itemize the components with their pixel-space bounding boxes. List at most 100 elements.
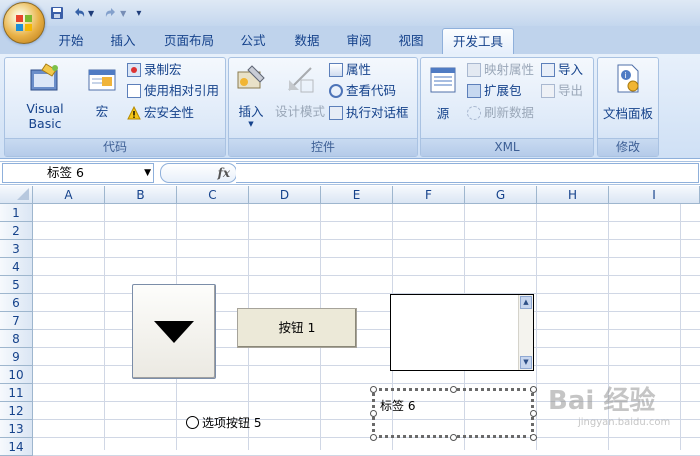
design-mode-label: 设计模式 — [274, 104, 325, 119]
insert-control-button[interactable]: 插入 ▼ — [231, 62, 271, 128]
row-header-5[interactable]: 5 — [0, 276, 33, 294]
visual-basic-icon — [30, 63, 58, 91]
option-button-label: 选项按钮 5 — [202, 415, 262, 430]
macro-security-button[interactable]: 宏安全性 — [127, 103, 194, 123]
visual-basic-button[interactable]: Visual Basic — [9, 62, 81, 131]
insert-dropdown-icon: ▼ — [248, 120, 254, 128]
map-properties-button[interactable]: 映射属性 — [467, 60, 534, 80]
row-header-3[interactable]: 3 — [0, 240, 33, 258]
customize-qat-icon[interactable]: ▾ — [136, 8, 141, 19]
import-button[interactable]: 导入 — [541, 60, 583, 80]
selection-handle[interactable] — [530, 386, 537, 393]
selection-handle[interactable] — [530, 410, 537, 417]
grid-column-line — [104, 204, 105, 450]
row-header-13[interactable]: 13 — [0, 420, 33, 438]
row-header-9[interactable]: 9 — [0, 348, 33, 366]
tab-page-layout[interactable]: 页面布局 — [158, 30, 220, 52]
row-header-6[interactable]: 6 — [0, 294, 33, 312]
select-all-corner[interactable] — [0, 186, 33, 204]
name-box[interactable]: 标签 6 ▼ — [2, 163, 154, 183]
selection-handle[interactable] — [530, 434, 537, 441]
row-header-10[interactable]: 10 — [0, 366, 33, 384]
grid-column-line — [608, 204, 609, 450]
column-header-h[interactable]: H — [537, 186, 609, 204]
column-header-b[interactable]: B — [105, 186, 177, 204]
macros-button[interactable]: 宏 — [85, 62, 119, 120]
row-header-8[interactable]: 8 — [0, 330, 33, 348]
column-header-d[interactable]: D — [249, 186, 321, 204]
selection-handle[interactable] — [450, 434, 457, 441]
scroll-up-icon[interactable]: ▲ — [520, 296, 532, 309]
column-header-a[interactable]: A — [33, 186, 105, 204]
row-header-12[interactable]: 12 — [0, 402, 33, 420]
xml-source-label: 源 — [436, 106, 450, 121]
properties-label: 属性 — [346, 62, 372, 77]
column-header-g[interactable]: G — [465, 186, 537, 204]
row-header-4[interactable]: 4 — [0, 258, 33, 276]
fx-icon[interactable]: fx — [218, 164, 230, 182]
group-modify: i 文档面板 修改 — [597, 57, 659, 157]
row-header-7[interactable]: 7 — [0, 312, 33, 330]
xml-source-button[interactable]: 源 — [425, 62, 461, 122]
group-code-label: 代码 — [5, 138, 225, 156]
scroll-down-icon[interactable]: ▼ — [520, 356, 532, 369]
redo-icon[interactable] — [104, 6, 118, 20]
macros-label: 宏 — [95, 104, 109, 119]
run-dialog-label: 执行对话框 — [346, 105, 409, 120]
tab-review[interactable]: 审阅 — [338, 30, 380, 52]
svg-text:i: i — [625, 71, 627, 80]
form-label-6[interactable]: 标签 6 — [372, 388, 534, 438]
form-button-1[interactable]: 按钮 1 — [237, 308, 357, 348]
run-dialog-button[interactable]: 执行对话框 — [329, 103, 409, 123]
name-box-value: 标签 6 — [47, 165, 84, 180]
tab-view[interactable]: 视图 — [390, 30, 432, 52]
import-icon — [541, 63, 555, 77]
undo-icon[interactable] — [72, 6, 86, 20]
list-box-scrollbar[interactable]: ▲ ▼ — [518, 295, 533, 370]
selection-handle[interactable] — [370, 434, 377, 441]
tab-data[interactable]: 数据 — [286, 30, 328, 52]
row-header-11[interactable]: 11 — [0, 384, 33, 402]
expansion-packs-button[interactable]: 扩展包 — [467, 81, 522, 101]
quick-access-toolbar: ▼ ▼ ▾ — [50, 4, 141, 22]
tab-home[interactable]: 开始 — [50, 30, 92, 52]
refresh-data-button[interactable]: 刷新数据 — [467, 103, 534, 123]
row-header-2[interactable]: 2 — [0, 222, 33, 240]
properties-button[interactable]: 属性 — [329, 60, 371, 80]
column-header-c[interactable]: C — [177, 186, 249, 204]
xml-source-icon — [430, 67, 456, 93]
row-header-1[interactable]: 1 — [0, 204, 33, 222]
tab-developer[interactable]: 开发工具 — [442, 28, 514, 55]
save-icon[interactable] — [50, 6, 64, 20]
dropdown-arrow-control[interactable] — [132, 284, 216, 379]
view-code-label: 查看代码 — [346, 83, 397, 98]
design-mode-button[interactable]: 设计模式 — [273, 62, 327, 120]
column-header-f[interactable]: F — [393, 186, 465, 204]
selection-handle[interactable] — [370, 386, 377, 393]
undo-dropdown-icon[interactable]: ▼ — [88, 9, 94, 18]
office-button[interactable] — [3, 2, 45, 44]
expansion-packs-icon — [467, 84, 481, 98]
name-box-dropdown-icon[interactable]: ▼ — [144, 164, 151, 182]
column-header-i[interactable]: I — [609, 186, 700, 204]
record-macro-button[interactable]: 录制宏 — [127, 60, 182, 80]
relative-reference-icon — [127, 84, 141, 98]
relative-reference-button[interactable]: 使用相对引用 — [127, 81, 219, 101]
refresh-data-icon — [467, 106, 481, 120]
grid-row-line — [33, 401, 700, 402]
grid-row-line — [33, 221, 700, 222]
column-header-e[interactable]: E — [321, 186, 393, 204]
redo-dropdown-icon[interactable]: ▼ — [120, 9, 126, 18]
selection-handle[interactable] — [370, 410, 377, 417]
selection-handle[interactable] — [450, 386, 457, 393]
tab-formulas[interactable]: 公式 — [232, 30, 274, 52]
group-xml: 源 映射属性 扩展包 刷新数据 导入 导出 XML — [420, 57, 594, 157]
export-button[interactable]: 导出 — [541, 81, 583, 101]
formula-input[interactable] — [236, 163, 699, 183]
document-panel-button[interactable]: i 文档面板 — [598, 62, 658, 122]
tab-insert[interactable]: 插入 — [102, 30, 144, 52]
list-box[interactable]: ▲ ▼ — [390, 294, 534, 371]
option-button-5[interactable]: 选项按钮 5 — [186, 414, 261, 430]
view-code-button[interactable]: 查看代码 — [329, 81, 396, 101]
row-header-14[interactable]: 14 — [0, 438, 33, 456]
